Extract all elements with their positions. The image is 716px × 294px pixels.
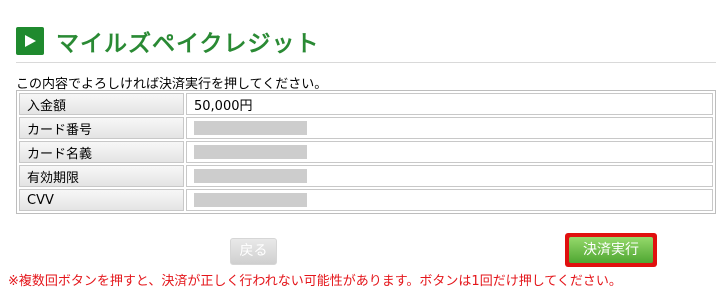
back-button[interactable]: 戻る bbox=[230, 238, 277, 265]
masked-value bbox=[194, 145, 307, 159]
expiry-label: 有効期限 bbox=[19, 165, 184, 187]
execute-payment-button[interactable]: 決済実行 bbox=[569, 237, 653, 263]
cvv-label: CVV bbox=[19, 189, 184, 211]
submit-highlight: 決済実行 bbox=[565, 233, 657, 267]
amount-label: 入金額 bbox=[19, 93, 184, 115]
page-header: マイルズペイクレジット bbox=[16, 19, 716, 63]
card-number-label: カード番号 bbox=[19, 117, 184, 139]
title-divider bbox=[16, 62, 716, 63]
payment-details-table: 入金額 50,000円 カード番号 カード名義 有効期限 CVV bbox=[16, 90, 716, 214]
card-number-value bbox=[186, 117, 713, 139]
masked-value bbox=[194, 193, 307, 207]
table-row: カード番号 bbox=[19, 117, 713, 139]
play-arrow-icon bbox=[16, 27, 44, 55]
card-holder-label: カード名義 bbox=[19, 141, 184, 163]
table-row: 入金額 50,000円 bbox=[19, 93, 713, 115]
card-holder-value bbox=[186, 141, 713, 163]
masked-value bbox=[194, 169, 307, 183]
table-row: 有効期限 bbox=[19, 165, 713, 187]
amount-value: 50,000円 bbox=[186, 93, 713, 115]
table-row: CVV bbox=[19, 189, 713, 211]
duplicate-click-warning: ※複数回ボタンを押すと、決済が正しく行われない可能性があります。ボタンは1回だけ… bbox=[8, 274, 622, 289]
page-title: マイルズペイクレジット bbox=[56, 31, 320, 57]
cvv-value bbox=[186, 189, 713, 211]
masked-value bbox=[194, 121, 307, 135]
expiry-value bbox=[186, 165, 713, 187]
table-row: カード名義 bbox=[19, 141, 713, 163]
